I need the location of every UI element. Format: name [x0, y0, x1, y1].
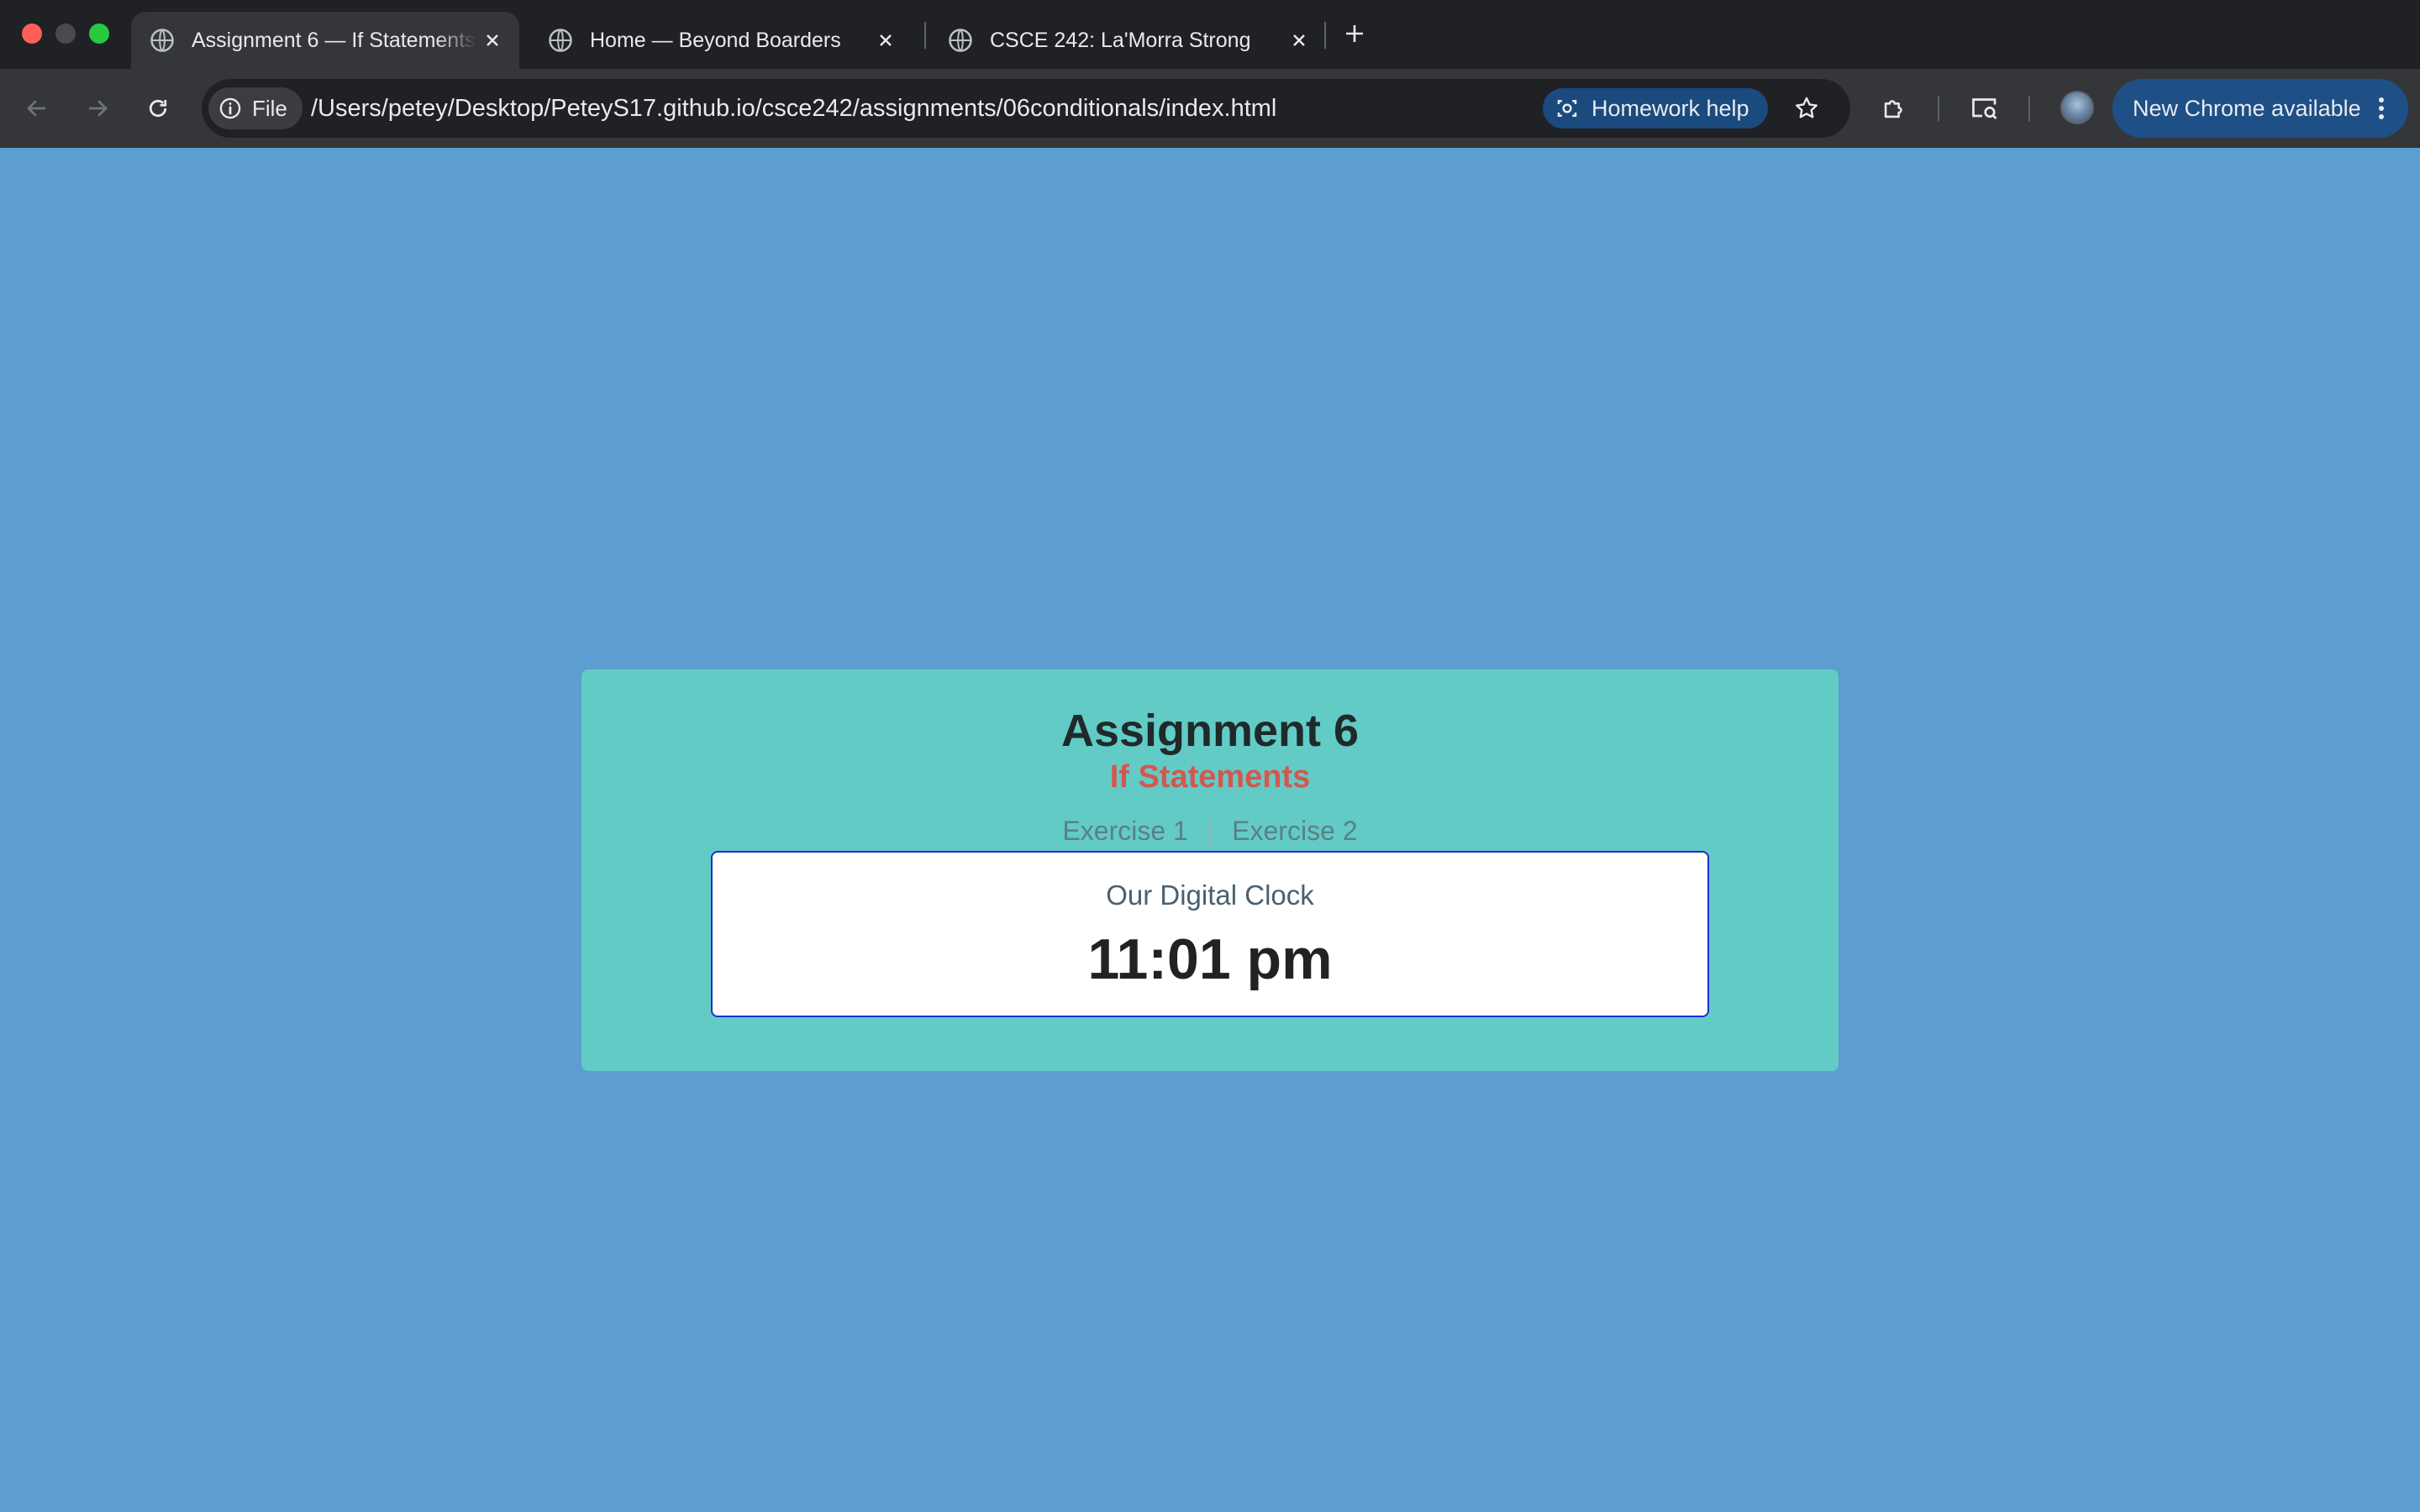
url-text[interactable]: /Users/petey/Desktop/PeteyS17.github.io/… — [311, 79, 1276, 138]
exercise-2-link[interactable]: Exercise 2 — [1232, 816, 1357, 847]
close-window-button[interactable] — [22, 24, 42, 44]
arrow-left-icon — [27, 100, 45, 117]
tab-divider — [1324, 22, 1326, 49]
update-label: New Chrome available — [2133, 95, 2361, 121]
reload-icon — [149, 99, 167, 118]
forward-button[interactable] — [79, 90, 116, 127]
globe-icon — [150, 29, 174, 52]
digital-clock-panel: Our Digital Clock 11:01 pm — [711, 851, 1709, 1017]
info-icon — [219, 97, 241, 119]
plus-icon — [1346, 25, 1363, 42]
more-options-icon[interactable] — [2363, 90, 2400, 127]
page-subtitle: If Statements — [1109, 759, 1311, 795]
tab-strip: Assignment 6 — If Statements Home — Beyo… — [0, 0, 2420, 69]
lens-camera-icon — [1557, 100, 1577, 117]
reload-button[interactable] — [139, 90, 176, 127]
new-tab-button[interactable] — [1338, 17, 1371, 50]
tab-title: CSCE 242: La'Morra Strong — [990, 28, 1251, 52]
tab-beyond-boarders[interactable]: Home — Beyond Boarders — [529, 12, 913, 69]
close-tab-icon[interactable] — [871, 25, 901, 55]
tab-assignment-6[interactable]: Assignment 6 — If Statements — [131, 12, 519, 69]
exercise-1-link[interactable]: Exercise 1 — [1062, 816, 1187, 847]
extensions-button[interactable] — [1876, 90, 1912, 127]
clock-time: 11:01 pm — [1087, 927, 1333, 991]
page-viewport: Assignment 6 If Statements Exercise 1 | Ex… — [0, 148, 2420, 1512]
arrow-right-icon — [89, 100, 108, 117]
page-title: Assignment 6 — [1060, 706, 1360, 756]
tab-csce-242[interactable]: CSCE 242: La'Morra Strong — [929, 12, 1326, 69]
tab-divider — [924, 22, 926, 49]
homework-help-label: Homework help — [1591, 95, 1749, 121]
puzzle-icon — [1884, 100, 1902, 118]
homework-help-button[interactable]: Homework help — [1543, 88, 1768, 129]
assignment-card: Assignment 6 If Statements Exercise 1 | Ex… — [581, 669, 1839, 1071]
toolbar-divider — [1938, 96, 1939, 121]
back-button[interactable] — [18, 90, 55, 127]
profile-avatar[interactable] — [2060, 91, 2094, 124]
new-chrome-available-button[interactable]: New Chrome available — [2112, 79, 2408, 138]
address-bar[interactable]: File /Users/petey/Desktop/PeteyS17.githu… — [202, 79, 1850, 138]
site-info-chip[interactable]: File — [208, 87, 302, 129]
globe-icon — [549, 29, 572, 52]
search-tab-icon — [1972, 98, 1997, 119]
exercise-nav: Exercise 1 | Exercise 2 — [581, 816, 1839, 847]
tab-title: Home — Beyond Boarders — [590, 28, 841, 52]
close-tab-icon[interactable] — [477, 25, 508, 55]
nav-separator: | — [1206, 816, 1214, 846]
maximize-window-button[interactable] — [89, 24, 109, 44]
file-label: File — [252, 95, 287, 121]
minimize-window-button[interactable] — [55, 24, 76, 44]
clock-label: Our Digital Clock — [1106, 879, 1314, 911]
globe-icon — [949, 29, 972, 52]
tab-title: Assignment 6 — If Statements — [192, 28, 476, 52]
star-icon — [1796, 97, 1818, 118]
browser-toolbar: File /Users/petey/Desktop/PeteyS17.githu… — [0, 69, 2420, 148]
reading-mode-button[interactable] — [1966, 90, 2003, 127]
close-tab-icon[interactable] — [1284, 25, 1314, 55]
bookmark-button[interactable] — [1788, 90, 1825, 127]
toolbar-divider — [2028, 96, 2030, 121]
